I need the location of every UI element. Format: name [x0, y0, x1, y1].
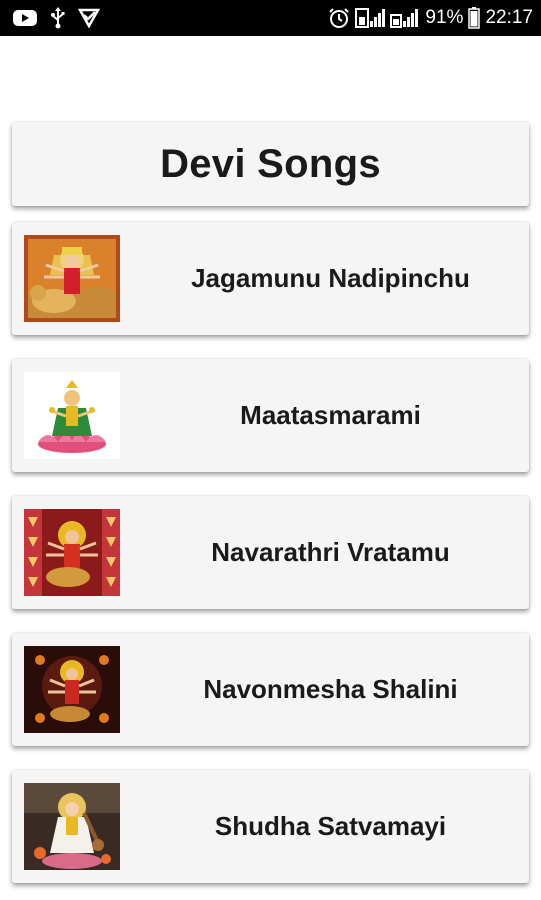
song-title: Navonmesha Shalini — [203, 674, 458, 704]
durga-red-frame-image — [24, 509, 120, 596]
status-bar-notifications — [12, 6, 100, 30]
youtube-icon — [12, 8, 38, 28]
status-bar: 91% 22:17 — [0, 0, 541, 36]
song-item-navonmesha-shalini[interactable]: Navonmesha Shalini — [12, 633, 529, 746]
song-title: Maatasmarami — [240, 400, 421, 430]
song-title: Jagamunu Nadipinchu — [191, 263, 470, 293]
lakshmi-on-lotus-image — [24, 372, 120, 459]
status-bar-clock: 22:17 — [485, 7, 533, 28]
signal-icon — [390, 7, 420, 29]
header-card: Devi Songs — [12, 122, 529, 206]
usb-icon — [50, 7, 66, 29]
song-item-shudha-satvamayi[interactable]: Shudha Satvamayi — [12, 770, 529, 883]
alarm-icon — [328, 7, 350, 29]
status-bar-system: 91% 22:17 — [328, 6, 533, 30]
song-item-maatasmarami[interactable]: Maatasmarami — [12, 359, 529, 472]
song-item-jagamunu-nadipinchu[interactable]: Jagamunu Nadipinchu — [12, 222, 529, 335]
durga-on-lion-image — [24, 235, 120, 322]
song-title: Shudha Satvamayi — [214, 811, 447, 841]
download-check-icon — [78, 8, 100, 28]
song-item-navarathri-vratamu[interactable]: Navarathri Vratamu — [12, 496, 529, 609]
battery-icon — [468, 7, 481, 29]
battery-percentage: 91% — [425, 7, 464, 28]
page-title: Devi Songs — [160, 141, 381, 186]
signal-icon — [355, 7, 386, 29]
song-title: Navarathri Vratamu — [211, 537, 450, 567]
durga-dark-frame-image — [24, 646, 120, 733]
saraswati-image — [24, 783, 120, 870]
